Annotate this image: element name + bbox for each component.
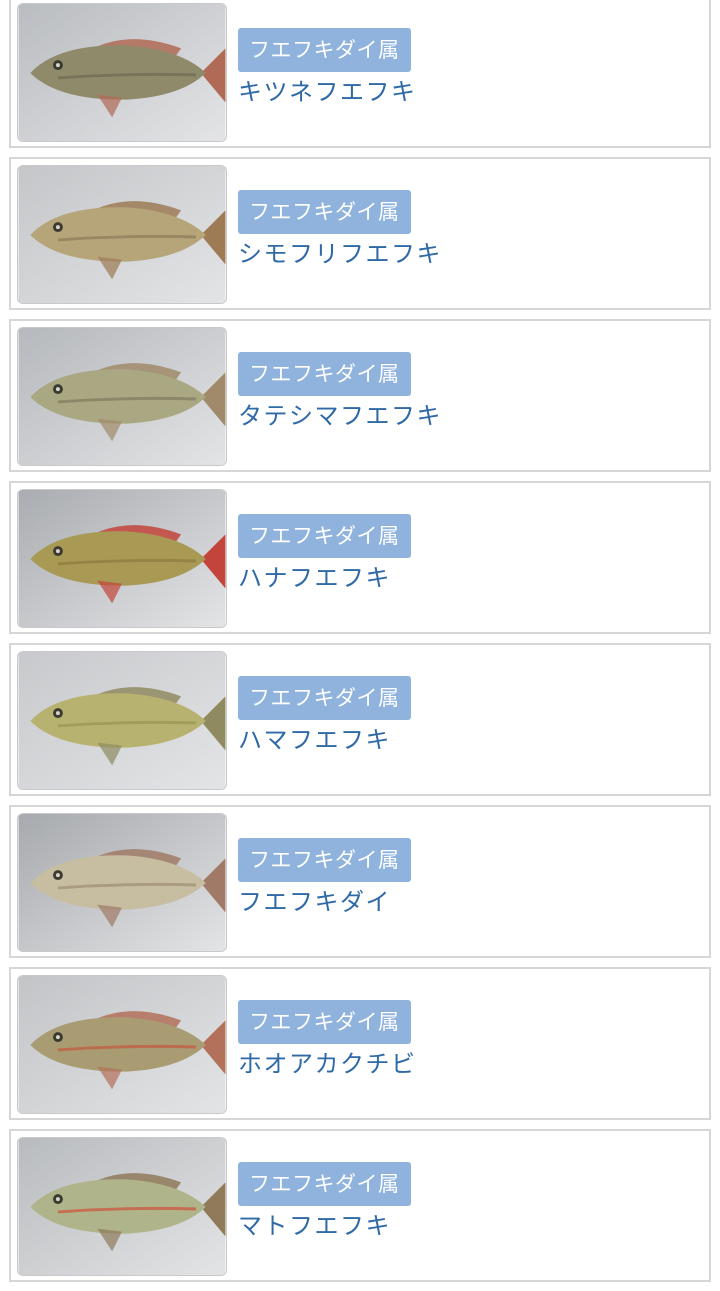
species-card[interactable]: フエフキダイ属 フエフキダイ (9, 805, 711, 958)
species-name-link[interactable]: フエフキダイ (238, 885, 391, 919)
genus-badge: フエフキダイ属 (238, 190, 411, 234)
species-card[interactable]: フエフキダイ属 ホオアカクチビ (9, 967, 711, 1120)
species-card[interactable]: フエフキダイ属 マトフエフキ (9, 1129, 711, 1282)
genus-badge: フエフキダイ属 (238, 28, 411, 72)
genus-badge: フエフキダイ属 (238, 352, 411, 396)
species-card[interactable]: フエフキダイ属 シモフリフエフキ (9, 157, 711, 310)
species-name-link[interactable]: ハマフエフキ (238, 723, 391, 757)
species-list: フエフキダイ属 キツネフエフキ フエフキダイ属 シモフリフエフキ フエフキダイ属 タテシマ… (0, 0, 720, 1291)
genus-badge: フエフキダイ属 (238, 838, 411, 882)
genus-badge: フエフキダイ属 (238, 514, 411, 558)
fish-photo (17, 3, 227, 142)
species-card[interactable]: フエフキダイ属 タテシマフエフキ (9, 319, 711, 472)
fish-photo (17, 1137, 227, 1276)
fish-photo (17, 651, 227, 790)
species-name-link[interactable]: タテシマフエフキ (238, 399, 442, 433)
species-card[interactable]: フエフキダイ属 ハマフエフキ (9, 643, 711, 796)
fish-photo (17, 165, 227, 304)
species-name-link[interactable]: ハナフエフキ (238, 561, 391, 595)
fish-photo (17, 975, 227, 1114)
fish-photo (17, 327, 227, 466)
genus-badge: フエフキダイ属 (238, 676, 411, 720)
species-name-link[interactable]: ホオアカクチビ (238, 1047, 417, 1081)
species-card[interactable]: フエフキダイ属 キツネフエフキ (9, 0, 711, 148)
genus-badge: フエフキダイ属 (238, 1000, 411, 1044)
species-name-link[interactable]: キツネフエフキ (238, 75, 417, 109)
fish-photo (17, 813, 227, 952)
species-name-link[interactable]: マトフエフキ (238, 1209, 391, 1243)
fish-photo (17, 489, 227, 628)
genus-badge: フエフキダイ属 (238, 1162, 411, 1206)
species-name-link[interactable]: シモフリフエフキ (238, 237, 442, 271)
species-card[interactable]: フエフキダイ属 ハナフエフキ (9, 481, 711, 634)
